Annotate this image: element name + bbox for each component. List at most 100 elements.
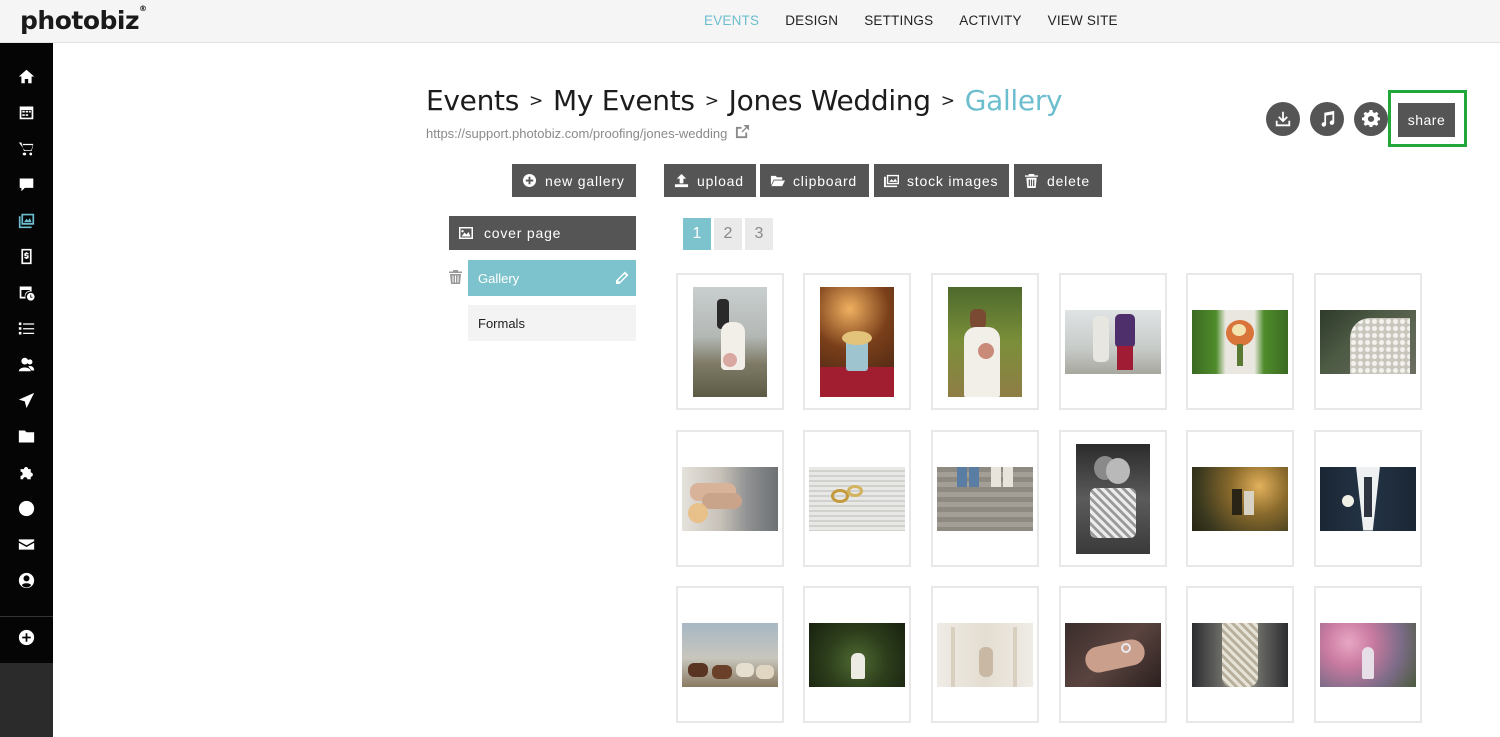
delete-label: delete bbox=[1047, 172, 1090, 189]
upload-button[interactable]: upload bbox=[664, 164, 756, 197]
cart-icon[interactable] bbox=[16, 138, 36, 158]
breadcrumb-events[interactable]: Events bbox=[426, 84, 519, 117]
new-gallery-label: new gallery bbox=[545, 172, 625, 189]
mail-icon[interactable] bbox=[16, 534, 36, 554]
photo-image bbox=[1320, 309, 1416, 374]
photo-image bbox=[1320, 466, 1416, 531]
globe-icon[interactable] bbox=[16, 498, 36, 518]
photo-image bbox=[1320, 622, 1416, 687]
plugin-icon[interactable] bbox=[16, 462, 36, 482]
photo-thumbnail[interactable] bbox=[676, 430, 784, 567]
stock-images-button[interactable]: stock images bbox=[874, 164, 1009, 197]
photo-thumbnail[interactable] bbox=[803, 273, 911, 410]
gallery-icon[interactable] bbox=[16, 210, 36, 230]
photo-image bbox=[820, 286, 894, 397]
list-icon[interactable] bbox=[16, 318, 36, 338]
nav-activity[interactable]: ACTIVITY bbox=[959, 13, 1021, 28]
folder-icon[interactable] bbox=[16, 426, 36, 446]
photo-thumbnail[interactable] bbox=[1059, 430, 1167, 567]
gallery-trash-icon[interactable] bbox=[449, 270, 462, 284]
photo-image bbox=[1065, 309, 1161, 374]
plus-circle-icon bbox=[522, 173, 537, 188]
upload-label: upload bbox=[697, 172, 744, 189]
photo-image bbox=[1192, 309, 1288, 374]
photo-thumbnail[interactable] bbox=[676, 586, 784, 723]
photo-image bbox=[937, 622, 1033, 687]
photo-image bbox=[1192, 466, 1288, 531]
gear-icon bbox=[1362, 110, 1380, 128]
clipboard-button[interactable]: clipboard bbox=[760, 164, 869, 197]
home-icon[interactable] bbox=[16, 66, 36, 86]
delete-button[interactable]: delete bbox=[1014, 164, 1102, 197]
pagination: 1 2 3 bbox=[683, 218, 773, 250]
pencil-icon[interactable] bbox=[614, 270, 630, 286]
music-button[interactable] bbox=[1310, 102, 1344, 136]
breadcrumb-separator: > bbox=[529, 91, 543, 111]
schedule-icon[interactable] bbox=[16, 282, 36, 302]
nav-view-site[interactable]: VIEW SITE bbox=[1048, 13, 1118, 28]
invoice-icon[interactable] bbox=[16, 246, 36, 266]
photo-thumbnail[interactable] bbox=[1186, 430, 1294, 567]
cover-page-label: cover page bbox=[484, 225, 562, 241]
photo-thumbnail[interactable] bbox=[1059, 273, 1167, 410]
music-note-icon bbox=[1321, 110, 1335, 127]
nav-events[interactable]: EVENTS bbox=[704, 13, 759, 28]
account-icon[interactable] bbox=[16, 570, 36, 590]
photo-thumbnail[interactable] bbox=[931, 430, 1039, 567]
photo-thumbnail[interactable] bbox=[803, 586, 911, 723]
breadcrumb-separator: > bbox=[704, 91, 719, 111]
photo-image bbox=[937, 466, 1033, 531]
photo-thumbnail[interactable] bbox=[676, 273, 784, 410]
add-icon[interactable] bbox=[16, 627, 36, 647]
breadcrumb-separator: > bbox=[940, 91, 955, 111]
photo-image bbox=[948, 286, 1022, 397]
nav-design[interactable]: DESIGN bbox=[785, 13, 838, 28]
send-icon[interactable] bbox=[16, 390, 36, 410]
breadcrumb-jones-wedding[interactable]: Jones Wedding bbox=[729, 84, 931, 117]
page-2[interactable]: 2 bbox=[714, 218, 742, 250]
gallery-list-item[interactable]: Gallery bbox=[468, 260, 636, 296]
photo-image bbox=[1065, 622, 1161, 687]
gallery-list-item-label: Gallery bbox=[478, 270, 520, 286]
download-icon bbox=[1275, 111, 1291, 127]
photo-thumbnail[interactable] bbox=[1186, 273, 1294, 410]
page-1[interactable]: 1 bbox=[683, 218, 711, 250]
trash-icon bbox=[1024, 173, 1039, 188]
photo-thumbnail[interactable] bbox=[803, 430, 911, 567]
photo-image bbox=[809, 622, 905, 687]
photobiz-logo[interactable]: photobiz® bbox=[20, 4, 147, 35]
event-url-text[interactable]: https://support.photobiz.com/proofing/jo… bbox=[426, 126, 727, 141]
top-bar: photobiz® EVENTS DESIGN SETTINGS ACTIVIT… bbox=[0, 0, 1500, 43]
clipboard-label: clipboard bbox=[793, 172, 858, 189]
photo-thumbnail[interactable] bbox=[1186, 586, 1294, 723]
top-nav: EVENTS DESIGN SETTINGS ACTIVITY VIEW SIT… bbox=[704, 13, 1118, 28]
photo-thumbnail[interactable] bbox=[1314, 430, 1422, 567]
photo-thumbnail[interactable] bbox=[1059, 586, 1167, 723]
event-url: https://support.photobiz.com/proofing/jo… bbox=[426, 124, 750, 142]
new-gallery-button[interactable]: new gallery bbox=[512, 164, 636, 197]
images-icon bbox=[884, 174, 899, 188]
download-button[interactable] bbox=[1266, 102, 1300, 136]
external-link-icon[interactable] bbox=[735, 124, 750, 142]
breadcrumb-my-events[interactable]: My Events bbox=[553, 84, 695, 117]
folder-open-icon bbox=[770, 175, 785, 187]
sidebar bbox=[0, 43, 53, 737]
settings-button[interactable] bbox=[1354, 102, 1388, 136]
breadcrumb: Events > My Events > Jones Wedding > Gal… bbox=[426, 84, 1063, 117]
page-3[interactable]: 3 bbox=[745, 218, 773, 250]
cover-page-button[interactable]: cover page bbox=[449, 216, 636, 250]
photo-thumbnail[interactable] bbox=[931, 273, 1039, 410]
gallery-list-item[interactable]: Formals bbox=[468, 305, 636, 341]
photo-thumbnail[interactable] bbox=[931, 586, 1039, 723]
nav-settings[interactable]: SETTINGS bbox=[864, 13, 933, 28]
chat-icon[interactable] bbox=[16, 174, 36, 194]
photo-thumbnail[interactable] bbox=[1314, 586, 1422, 723]
share-button[interactable]: share bbox=[1398, 103, 1455, 137]
photo-image bbox=[809, 466, 905, 531]
photo-image bbox=[1192, 622, 1288, 687]
photo-image bbox=[1076, 443, 1150, 554]
photo-thumbnail[interactable] bbox=[1314, 273, 1422, 410]
calendar-icon[interactable] bbox=[16, 102, 36, 122]
contacts-icon[interactable] bbox=[16, 354, 36, 374]
photo-image bbox=[693, 286, 767, 397]
